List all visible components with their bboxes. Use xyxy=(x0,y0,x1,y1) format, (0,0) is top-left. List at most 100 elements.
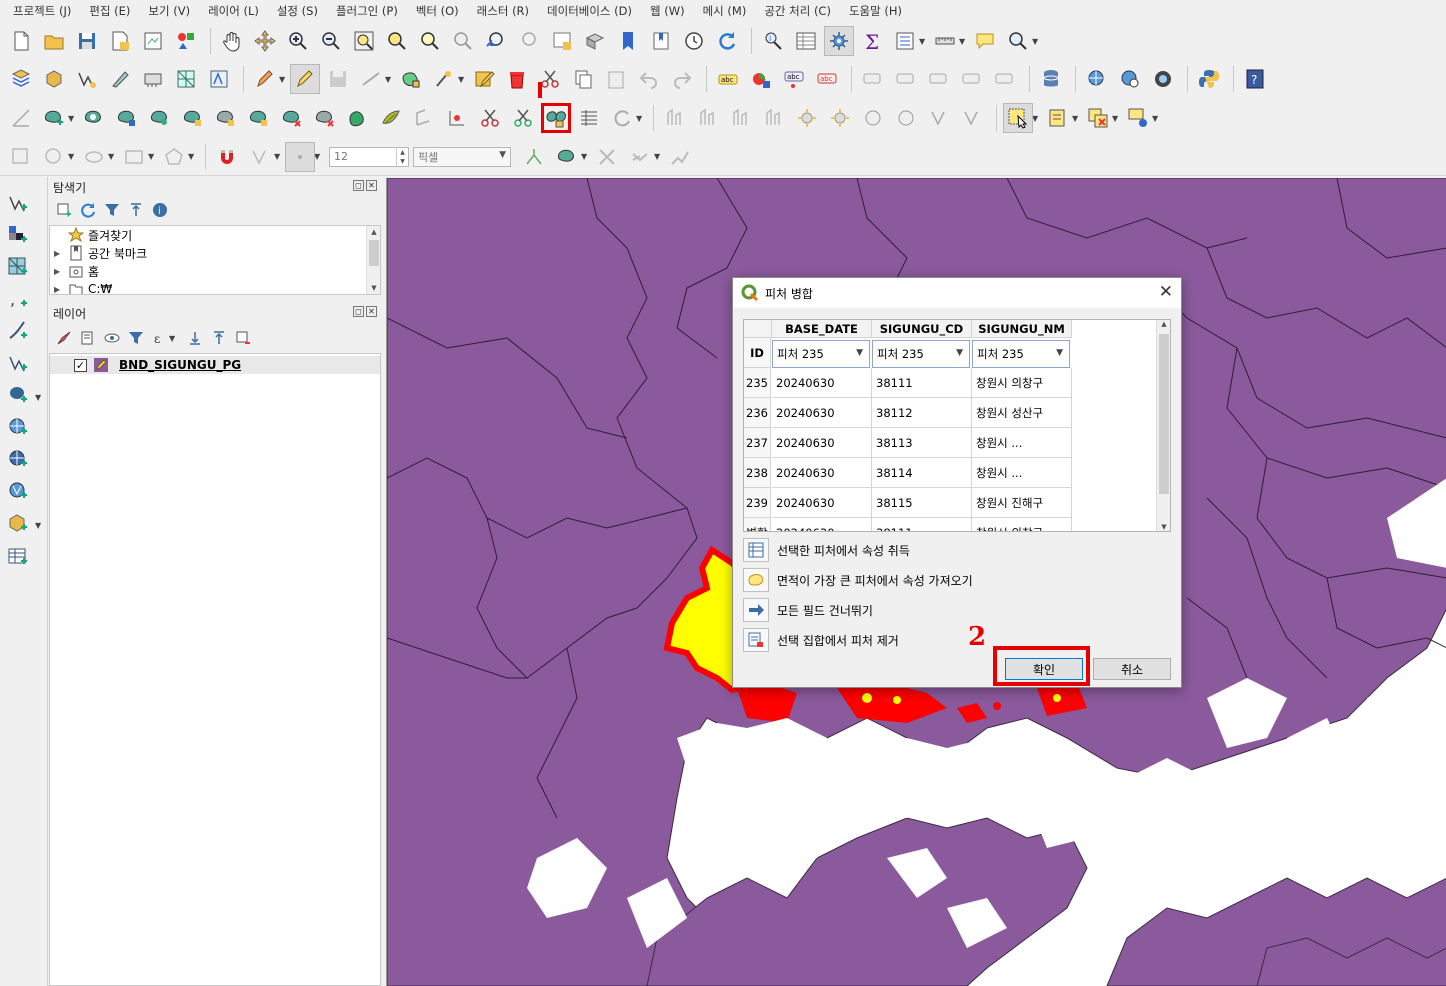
filter-expression-icon[interactable]: ε xyxy=(151,329,169,347)
table-cell[interactable]: 창원시 ... xyxy=(972,458,1072,488)
open-project-icon[interactable] xyxy=(39,26,69,56)
show-bookmarks-icon[interactable] xyxy=(646,26,676,56)
filter-browser-icon[interactable] xyxy=(103,201,121,219)
select-features-icon[interactable] xyxy=(1003,103,1033,133)
remove-from-selection-button[interactable]: 선택 집합에서 피처 제거 xyxy=(743,627,899,653)
statistics-icon[interactable]: Σ xyxy=(857,26,887,56)
snapping-extra9-icon[interactable] xyxy=(924,103,954,133)
add-mesh-layer-icon[interactable] xyxy=(4,253,32,281)
add-delimited-text-icon[interactable]: , xyxy=(4,285,32,313)
table-scrollbar[interactable]: ▲ ▼ xyxy=(1156,320,1170,531)
measure-icon[interactable] xyxy=(930,26,960,56)
table-cell[interactable]: 창원시 의창구 xyxy=(972,518,1072,531)
table-cell[interactable]: 20240630 xyxy=(772,518,872,531)
label-icon[interactable]: abc xyxy=(713,64,743,94)
pan-to-selection-icon[interactable] xyxy=(250,26,280,56)
python-console-icon[interactable] xyxy=(1194,64,1224,94)
add-vector-layer-icon[interactable] xyxy=(4,189,32,217)
manage-visibility-icon[interactable] xyxy=(103,329,121,347)
menu-item[interactable]: 프로젝트 (J) xyxy=(4,3,80,19)
table-cell[interactable]: 20240630 xyxy=(772,488,872,518)
merge-rule-select[interactable]: 피처 235 ▼ xyxy=(872,340,970,368)
new-print-layout-icon[interactable] xyxy=(138,26,168,56)
save-edits-icon[interactable] xyxy=(323,64,353,94)
delete-selected-icon[interactable] xyxy=(502,64,532,94)
tree-item-bookmarks[interactable]: ▶ 공간 북마크 xyxy=(50,244,147,262)
close-panel-icon[interactable]: ✕ xyxy=(366,306,377,317)
menu-item[interactable]: 레이어 (L) xyxy=(199,3,268,19)
new-annotation-layer-icon[interactable] xyxy=(204,64,234,94)
add-raster-layer-icon[interactable] xyxy=(4,221,32,249)
add-wfs-icon[interactable] xyxy=(4,445,32,473)
deselect-all-icon[interactable] xyxy=(1083,103,1113,133)
merge-rule-select[interactable]: 피처 235 ▼ xyxy=(972,340,1070,368)
browser-scrollbar[interactable]: ▲ ▼ xyxy=(366,226,380,294)
vertex-tool-icon[interactable] xyxy=(396,64,426,94)
new-geopackage-icon[interactable] xyxy=(39,64,69,94)
style-manager-icon[interactable] xyxy=(171,26,201,56)
tree-item-favorites[interactable]: 즐겨찾기 xyxy=(50,226,132,244)
menu-item[interactable]: 편집 (E) xyxy=(80,3,139,19)
float-panel-icon[interactable]: ◻ xyxy=(353,306,364,317)
split-parts-icon[interactable] xyxy=(343,103,373,133)
menu-item[interactable]: 웹 (W) xyxy=(641,3,694,19)
fill-ring-icon[interactable] xyxy=(145,103,175,133)
undo-icon[interactable] xyxy=(634,64,664,94)
column-header[interactable]: SIGUNGU_NM xyxy=(972,320,1072,338)
new-virtual-layer-icon[interactable] xyxy=(138,64,168,94)
merge-attributes-icon[interactable] xyxy=(574,103,604,133)
toggle-editing-icon[interactable] xyxy=(290,64,320,94)
tolerance-input[interactable]: 12 ▲ ▼ xyxy=(329,146,409,167)
zoom-in-icon[interactable] xyxy=(283,26,313,56)
add-selected-layers-icon[interactable] xyxy=(55,201,73,219)
collapse-all-icon[interactable] xyxy=(127,201,145,219)
table-cell[interactable]: 창원시 의창구 xyxy=(972,368,1072,398)
add-arcgis-icon[interactable] xyxy=(4,477,32,505)
digitize-line-icon[interactable] xyxy=(356,64,386,94)
menu-item[interactable]: 메시 (M) xyxy=(694,3,756,19)
attribute-table-menu-icon[interactable] xyxy=(890,26,920,56)
change-label-icon[interactable] xyxy=(957,64,987,94)
table-cell[interactable]: 38114 xyxy=(872,458,972,488)
highlight-labels-icon[interactable]: abc xyxy=(812,64,842,94)
zoom-selection-icon[interactable] xyxy=(382,26,412,56)
circle-digitize-icon[interactable] xyxy=(39,142,69,172)
menu-item[interactable]: 설정 (S) xyxy=(268,3,327,19)
zoom-last-icon[interactable] xyxy=(481,26,511,56)
filter-legend-icon[interactable] xyxy=(127,329,145,347)
new-attribute-table-icon[interactable] xyxy=(4,543,32,571)
add-polygon-icon[interactable] xyxy=(39,103,69,133)
new-temporary-layer-icon[interactable] xyxy=(105,64,135,94)
snapping-extra5-icon[interactable] xyxy=(792,103,822,133)
table-cell[interactable]: 창원시 성산구 xyxy=(972,398,1072,428)
rotate-label-icon[interactable] xyxy=(924,64,954,94)
menu-item[interactable]: 도움말 (H) xyxy=(840,3,911,19)
enable-advanced-digitizing-icon[interactable] xyxy=(6,103,36,133)
menu-item[interactable]: 벡터 (O) xyxy=(407,3,468,19)
snapping-mode-icon[interactable] xyxy=(245,142,275,172)
table-cell[interactable]: 38115 xyxy=(872,488,972,518)
refresh-icon[interactable] xyxy=(712,26,742,56)
rectangle-digitize-icon[interactable] xyxy=(119,142,149,172)
polygon-digitize-icon[interactable] xyxy=(159,142,189,172)
copy-features-icon[interactable] xyxy=(568,64,598,94)
menu-item[interactable]: 보기 (V) xyxy=(139,3,199,19)
move-label-icon[interactable] xyxy=(858,64,888,94)
snap-on-tracing-icon[interactable] xyxy=(625,142,655,172)
table-cell[interactable]: 20240630 xyxy=(772,428,872,458)
label-tool-extra-icon[interactable] xyxy=(990,64,1020,94)
table-cell[interactable]: 38111 xyxy=(872,368,972,398)
menu-item[interactable]: 래스터 (R) xyxy=(468,3,538,19)
table-cell[interactable]: 20240630 xyxy=(772,458,872,488)
collapse-all-layers-icon[interactable] xyxy=(210,329,228,347)
topological-editing-icon[interactable] xyxy=(519,142,549,172)
pin-labels-icon[interactable]: abc xyxy=(779,64,809,94)
tree-item-drive-c[interactable]: ▶ C:₩ xyxy=(50,280,112,294)
snapping-extra10-icon[interactable] xyxy=(957,103,987,133)
rotate-feature-icon[interactable] xyxy=(376,103,406,133)
select-by-expression-icon[interactable] xyxy=(1043,103,1073,133)
self-snapping-icon[interactable] xyxy=(592,142,622,172)
layer-visibility-checkbox[interactable]: ✓ xyxy=(74,358,87,372)
edit-attributes-icon[interactable] xyxy=(469,64,499,94)
help-icon[interactable]: ? xyxy=(1240,64,1270,94)
